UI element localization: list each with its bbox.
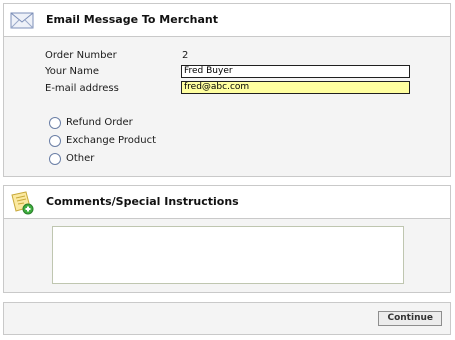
your-name-label: Your Name	[45, 66, 100, 77]
comments-panel-title: Comments/Special Instructions	[46, 195, 239, 208]
email-address-input[interactable]: fred@abc.com	[181, 81, 410, 94]
refund-order-label[interactable]: Refund Order	[66, 117, 133, 128]
comments-panel-header: Comments/Special Instructions	[4, 186, 450, 219]
actions-panel: Continue	[3, 302, 451, 335]
note-add-icon	[11, 191, 34, 215]
envelope-icon	[10, 12, 34, 29]
continue-button[interactable]: Continue	[378, 311, 442, 326]
exchange-product-label[interactable]: Exchange Product	[66, 135, 156, 146]
exchange-product-radio[interactable]	[49, 135, 61, 147]
order-number-value: 2	[182, 50, 189, 61]
email-panel-header: Email Message To Merchant	[4, 4, 450, 37]
email-address-label: E-mail address	[45, 83, 119, 94]
comments-textarea[interactable]	[52, 226, 404, 284]
refund-order-radio[interactable]	[49, 117, 61, 129]
email-panel-title: Email Message To Merchant	[46, 13, 218, 26]
email-message-panel: Email Message To Merchant Order Number 2…	[3, 3, 451, 177]
your-name-input[interactable]: Fred Buyer	[181, 65, 410, 78]
other-radio[interactable]	[49, 153, 61, 165]
other-label[interactable]: Other	[66, 153, 94, 164]
comments-panel: Comments/Special Instructions	[3, 185, 451, 293]
order-number-label: Order Number	[45, 50, 117, 61]
